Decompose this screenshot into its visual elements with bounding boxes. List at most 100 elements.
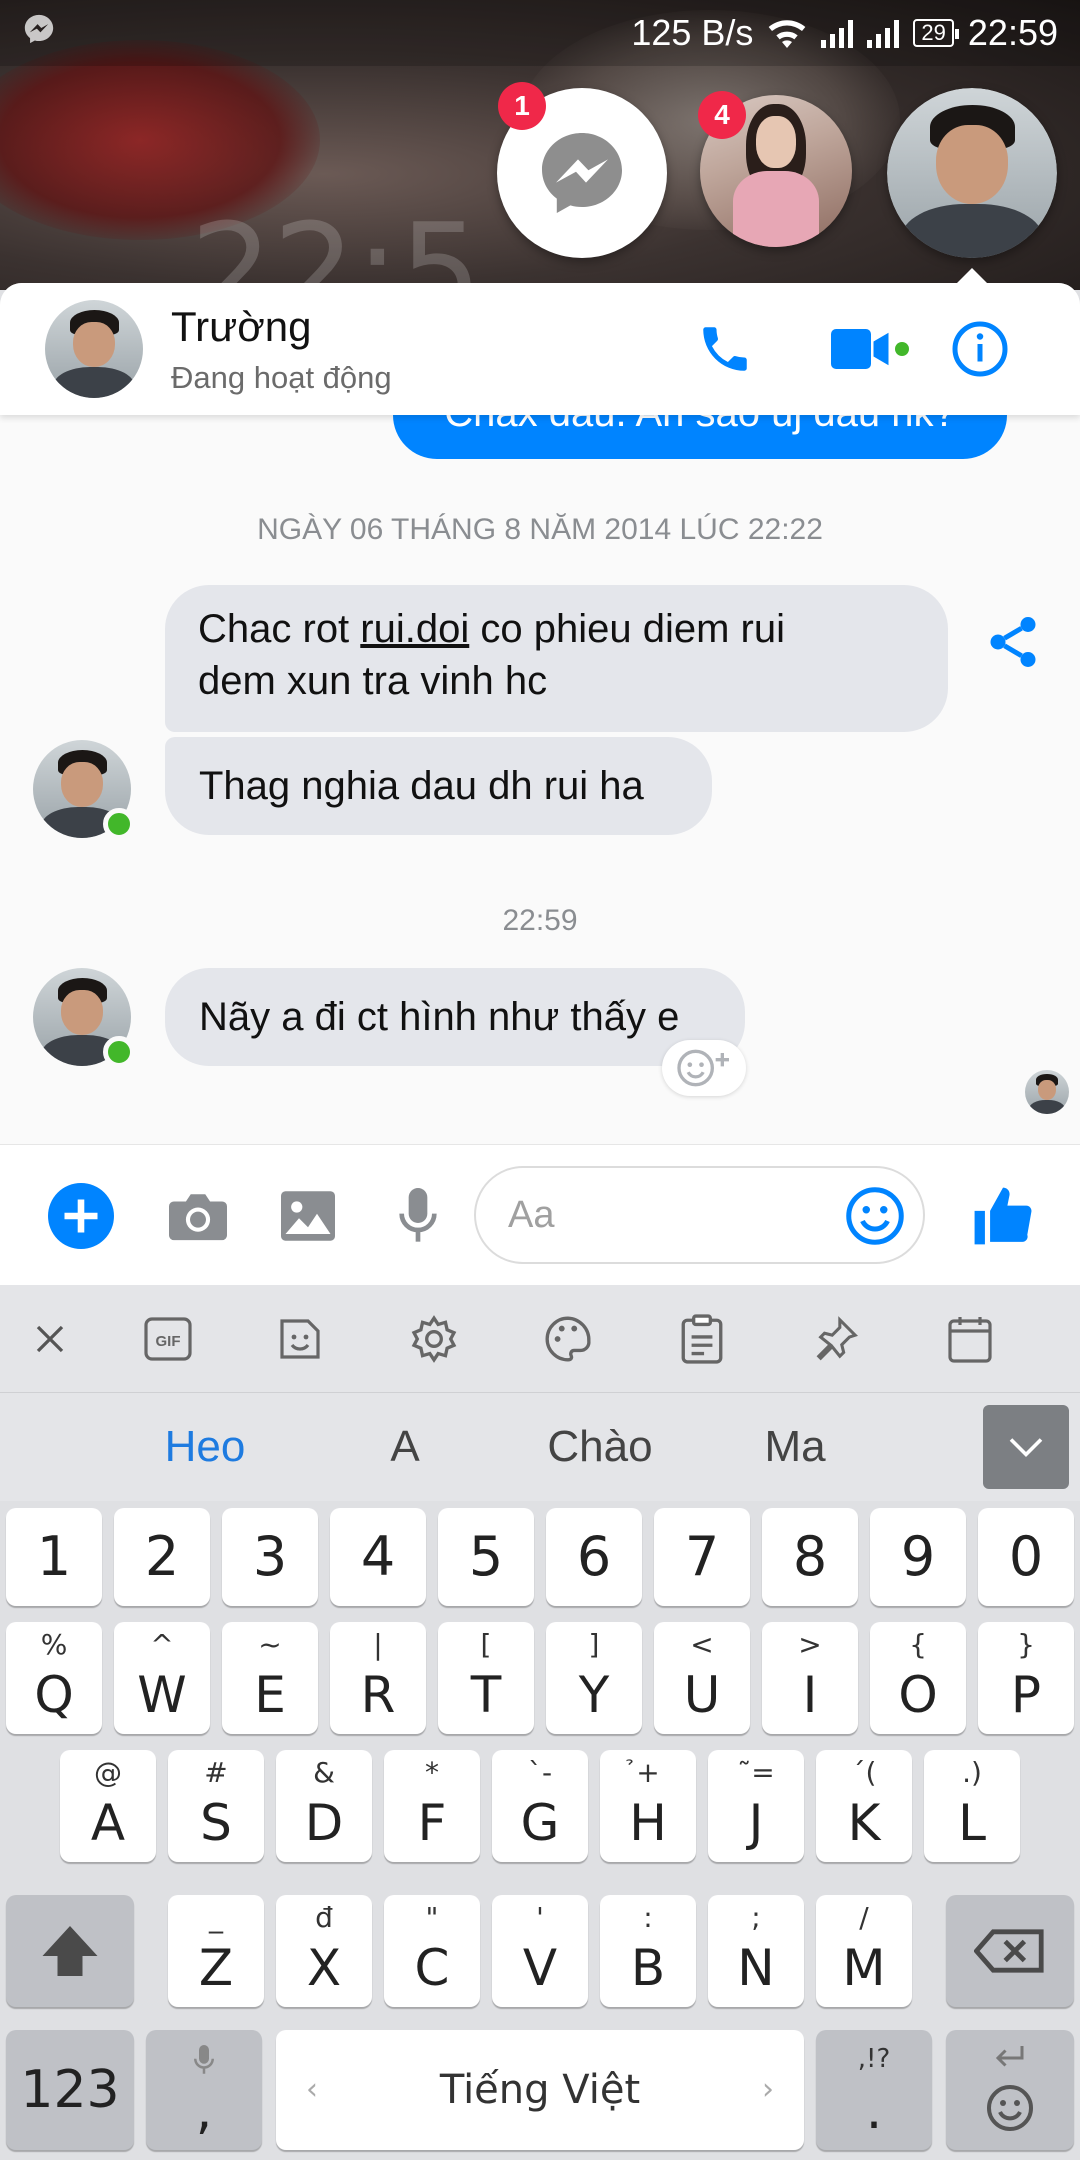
shift-key[interactable] xyxy=(6,1895,134,2007)
calendar-button[interactable] xyxy=(942,1311,998,1367)
key-l[interactable]: .) L xyxy=(924,1750,1020,1862)
key-h[interactable]: ̉+ H xyxy=(600,1750,696,1862)
key-p[interactable]: } P xyxy=(978,1622,1074,1734)
key-i[interactable]: > I xyxy=(762,1622,858,1734)
incoming-message-bubble[interactable]: Chac rot rui.doi co phieu diem rui dem x… xyxy=(165,585,948,732)
share-icon xyxy=(990,617,1036,667)
key-g[interactable]: `- G xyxy=(492,1750,588,1862)
like-button[interactable] xyxy=(970,1183,1036,1249)
key-f[interactable]: * F xyxy=(384,1750,480,1862)
numbers-mode-key[interactable]: 123 xyxy=(6,2030,134,2150)
key-number[interactable]: 9 xyxy=(870,1508,966,1606)
key-number[interactable]: 7 xyxy=(654,1508,750,1606)
info-icon xyxy=(952,321,1008,377)
emoji-button[interactable] xyxy=(842,1183,908,1249)
suggestion-item[interactable]: Chào xyxy=(520,1393,680,1501)
online-indicator xyxy=(103,1036,135,1068)
key-number[interactable]: 5 xyxy=(438,1508,534,1606)
clipboard-button[interactable] xyxy=(674,1311,730,1367)
key-e[interactable]: ~ E xyxy=(222,1622,318,1734)
video-call-button[interactable] xyxy=(820,309,920,389)
key-a[interactable]: @ A xyxy=(60,1750,156,1862)
microphone-icon xyxy=(194,2045,214,2074)
sender-avatar[interactable] xyxy=(33,740,135,840)
key-b[interactable]: :B xyxy=(600,1895,696,2007)
time-separator: 22:59 xyxy=(502,904,578,937)
active-head-pointer xyxy=(956,268,988,284)
messenger-chat-panel: Trường Đang hoạt động Chax dau. An sao u… xyxy=(0,283,1080,1285)
key-r[interactable]: | R xyxy=(330,1622,426,1734)
sender-avatar[interactable] xyxy=(33,968,135,1068)
period-key[interactable]: ,!? . xyxy=(816,2030,932,2150)
key-number[interactable]: 3 xyxy=(222,1508,318,1606)
key-number[interactable]: 2 xyxy=(114,1508,210,1606)
backspace-key[interactable] xyxy=(946,1895,1074,2007)
soft-keyboard: GIF Heo A Chào Ma 1 2 3 4 5 6 7 8 9 0 % … xyxy=(0,1285,1080,2160)
gallery-button[interactable] xyxy=(275,1183,341,1249)
key-t[interactable]: [T xyxy=(438,1622,534,1734)
message-text: dem xun tra vinh hc xyxy=(198,659,548,703)
sticker-icon xyxy=(280,1319,320,1359)
share-message-button[interactable] xyxy=(983,612,1043,672)
key-s[interactable]: # S xyxy=(168,1750,264,1862)
voice-call-button[interactable] xyxy=(685,309,765,389)
collapse-suggestions-button[interactable] xyxy=(983,1405,1069,1489)
keyboard-toolbar: GIF xyxy=(0,1285,1080,1393)
suggestion-item[interactable]: A xyxy=(340,1393,470,1501)
messenger-badge: 1 xyxy=(498,82,546,130)
key-z[interactable]: _ Z xyxy=(168,1895,264,2007)
pin-button[interactable] xyxy=(808,1311,864,1367)
key-number[interactable]: 8 xyxy=(762,1508,858,1606)
clipboard-icon xyxy=(681,1314,723,1364)
camera-button[interactable] xyxy=(165,1183,231,1249)
key-c[interactable]: " C xyxy=(384,1895,480,2007)
wallpaper-clock: 22:5 xyxy=(190,195,482,290)
status-bar: 125 B/s 29 22:59 xyxy=(0,0,1080,66)
thumbs-up-icon xyxy=(974,1187,1032,1245)
key-number[interactable]: 1 xyxy=(6,1508,102,1606)
key-d[interactable]: & D xyxy=(276,1750,372,1862)
sticker-button[interactable] xyxy=(272,1311,328,1367)
key-k[interactable]: ´(K xyxy=(816,1750,912,1862)
suggestion-item[interactable]: Ma xyxy=(720,1393,870,1501)
message-link[interactable]: rui.doi xyxy=(360,607,469,651)
key-n[interactable]: ; N xyxy=(708,1895,804,2007)
voice-message-button[interactable] xyxy=(385,1183,451,1249)
key-u[interactable]: < U xyxy=(654,1622,750,1734)
shift-arrow-icon xyxy=(42,1926,98,1976)
more-actions-button[interactable] xyxy=(48,1183,114,1249)
suggestion-item[interactable]: Heo xyxy=(120,1393,290,1501)
outgoing-message-bubble[interactable]: Chax dau. An sao uj dau nk? xyxy=(393,415,1007,459)
contact-chat-head-truong[interactable] xyxy=(887,88,1057,258)
key-v[interactable]: ' V xyxy=(492,1895,588,2007)
calendar-icon xyxy=(948,1317,992,1363)
keyboard-language-label: Tiếng Việt xyxy=(439,2067,641,2113)
key-w[interactable]: ^ W xyxy=(114,1622,210,1734)
svg-text:GIF: GIF xyxy=(156,1333,181,1350)
add-reaction-button[interactable] xyxy=(662,1040,746,1096)
contact-name[interactable]: Trường xyxy=(171,303,311,351)
message-list[interactable]: Chax dau. An sao uj dau nk? NGÀY 06 THÁN… xyxy=(0,415,1080,1144)
space-key[interactable]: ‹ Tiếng Việt › xyxy=(276,2030,804,2150)
conversation-info-button[interactable] xyxy=(940,309,1020,389)
key-q[interactable]: % Q xyxy=(6,1622,102,1734)
incoming-message-bubble[interactable]: Thag nghia dau dh rui ha xyxy=(165,737,712,835)
close-toolbar-button[interactable] xyxy=(22,1311,78,1367)
incoming-message-bubble[interactable]: Nãy a đi ct hình như thấy e xyxy=(165,968,745,1066)
key-j[interactable]: ˜= J xyxy=(708,1750,804,1862)
contact-avatar[interactable] xyxy=(45,300,143,398)
key-number[interactable]: 4 xyxy=(330,1508,426,1606)
settings-button[interactable] xyxy=(406,1311,462,1367)
key-number[interactable]: 6 xyxy=(546,1508,642,1606)
key-x[interactable]: đX xyxy=(276,1895,372,2007)
comma-key[interactable]: , xyxy=(146,2030,262,2150)
key-o[interactable]: {O xyxy=(870,1622,966,1734)
theme-button[interactable] xyxy=(540,1311,596,1367)
enter-emoji-key[interactable] xyxy=(946,2030,1074,2150)
key-m[interactable]: / M xyxy=(816,1895,912,2007)
key-number[interactable]: 0 xyxy=(978,1508,1074,1606)
video-online-dot xyxy=(895,342,909,356)
video-camera-icon xyxy=(831,329,889,369)
key-y[interactable]: ] Y xyxy=(546,1622,642,1734)
gif-button[interactable]: GIF xyxy=(140,1311,196,1367)
